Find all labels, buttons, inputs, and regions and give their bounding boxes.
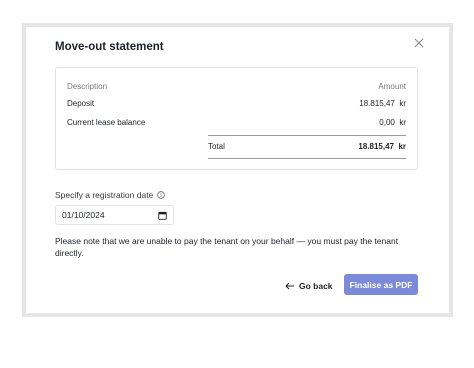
- registration-date-input[interactable]: 01/10/2024: [55, 205, 174, 225]
- registration-date-label: Specify a registration date: [55, 190, 166, 200]
- close-icon[interactable]: [412, 36, 426, 50]
- go-back-button[interactable]: Go back: [285, 279, 333, 293]
- row-label: Current lease balance: [67, 118, 146, 127]
- modal-title: Move-out statement: [55, 41, 164, 53]
- modal-overlay-frame: Move-out statement Description Amount De…: [22, 23, 453, 317]
- date-value: 01/10/2024: [62, 210, 105, 220]
- row-label: Deposit: [67, 99, 95, 108]
- total-divider-top: [208, 135, 406, 136]
- row-amount: 0,00 kr: [379, 118, 406, 127]
- total-amount: 18.815,47 kr: [358, 142, 406, 151]
- go-back-label: Go back: [299, 281, 333, 291]
- finalise-pdf-button[interactable]: Finalise as PDF: [344, 274, 418, 295]
- arrow-left-icon: [285, 282, 294, 290]
- statement-card: Description Amount Deposit 18.815,47 kr …: [55, 67, 418, 170]
- total-label: Total: [208, 142, 225, 151]
- registration-label-text: Specify a registration date: [55, 190, 154, 200]
- total-divider-bottom: [208, 158, 406, 159]
- info-icon[interactable]: [157, 191, 166, 199]
- row-amount: 18.815,47 kr: [359, 99, 406, 108]
- description-header: Description: [67, 82, 108, 91]
- calendar-icon[interactable]: [158, 211, 167, 220]
- move-out-modal: Move-out statement Description Amount De…: [26, 27, 449, 313]
- payment-note: Please note that we are unable to pay th…: [55, 236, 399, 258]
- amount-header: Amount: [378, 82, 406, 91]
